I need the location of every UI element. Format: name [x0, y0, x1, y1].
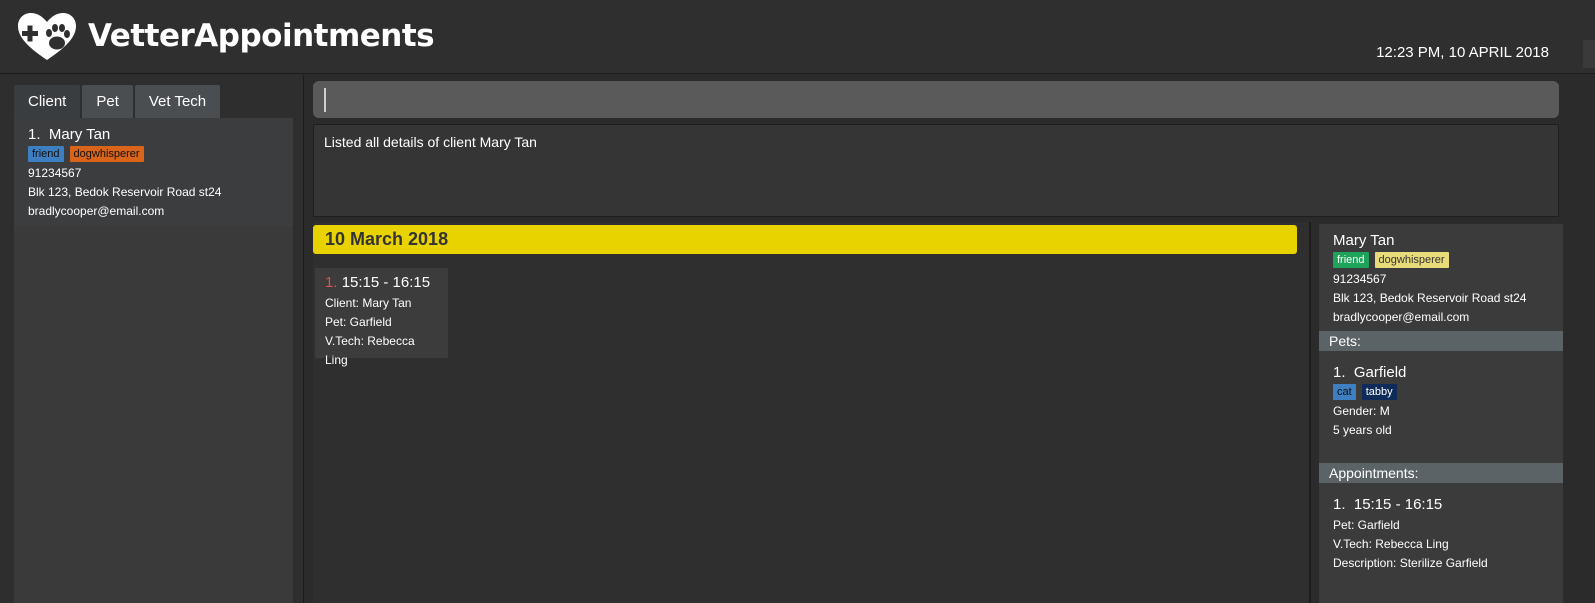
- app-title: VetterAppointments: [88, 18, 435, 54]
- text-caret: [324, 88, 326, 112]
- tab-client[interactable]: Client: [14, 85, 81, 118]
- appointment-pet: Pet: Garfield: [325, 315, 392, 329]
- detail-pet-item: 1. Garfield cat tabby Gender: M 5 years …: [1319, 351, 1563, 463]
- detail-client-address: Blk 123, Bedok Reservoir Road st24: [1333, 291, 1527, 305]
- appointment-vettech: V.Tech: Rebecca Ling: [325, 334, 415, 367]
- client-address: Blk 123, Bedok Reservoir Road st24: [28, 185, 222, 199]
- detail-appointment-vettech: V.Tech: Rebecca Ling: [1333, 537, 1449, 551]
- client-name-text: Mary Tan: [48, 126, 111, 143]
- tag-friend: friend: [28, 146, 64, 162]
- app-header: VetterAppointments 12:23 PM, 10 APRIL 20…: [0, 0, 1595, 74]
- list-tabs: Client Pet Vet Tech: [14, 85, 222, 118]
- detail-client-section: Mary Tan friend dogwhisperer 91234567 Bl…: [1319, 224, 1563, 331]
- clock-display: 12:23 PM, 10 APRIL 2018: [1376, 44, 1549, 61]
- tag-cat: cat: [1333, 384, 1356, 400]
- appointment-card[interactable]: 1. 15:15 - 16:15 Client: Mary Tan Pet: G…: [315, 268, 448, 367]
- detail-appointment-item: 1. 15:15 - 16:15 Pet: Garfield V.Tech: R…: [1319, 483, 1563, 579]
- client-list-item[interactable]: 1. Mary Tan friend dogwhisperer 91234567…: [14, 118, 293, 226]
- pet-age: 5 years old: [1333, 423, 1392, 437]
- appointment-time-text: 15:15 - 16:15: [341, 274, 431, 291]
- date-label: 10 March 2018: [325, 229, 449, 249]
- result-message: Listed all details of client Mary Tan: [324, 134, 537, 150]
- client-name: 1. Mary Tan: [28, 126, 279, 143]
- detail-appointment-time: 1. 15:15 - 16:15: [1333, 496, 1549, 513]
- appointment-time: 1. 15:15 - 16:15: [325, 274, 438, 291]
- detail-appointment-pet: Pet: Garfield: [1333, 518, 1400, 532]
- panel-divider[interactable]: [1309, 222, 1311, 603]
- tab-vet-tech[interactable]: Vet Tech: [134, 85, 221, 118]
- client-detail-panel: Mary Tan friend dogwhisperer 91234567 Bl…: [1319, 224, 1563, 603]
- tab-pet[interactable]: Pet: [82, 85, 133, 118]
- date-header: 10 March 2018: [313, 225, 1297, 254]
- detail-appointment-description: Description: Sterilize Garfield: [1333, 556, 1488, 570]
- pet-name-text: Garfield: [1353, 364, 1407, 381]
- appointments-header: Appointments:: [1319, 463, 1563, 483]
- pets-header: Pets:: [1319, 331, 1563, 351]
- tag-tabby: tabby: [1361, 384, 1397, 400]
- tag-dogwhisperer: dogwhisperer: [1374, 252, 1449, 268]
- command-input[interactable]: [313, 81, 1559, 118]
- calendar-view: 10 March 2018 1. 15:15 - 16:15 Client: M…: [313, 222, 1309, 603]
- client-tags: friend dogwhisperer: [28, 146, 279, 162]
- pet-index: 1.: [1333, 364, 1346, 381]
- pet-tags: cat tabby: [1333, 384, 1549, 400]
- client-index: 1.: [28, 126, 41, 143]
- header-scrollbar[interactable]: [1583, 40, 1595, 68]
- vet-paw-heart-logo-icon: [18, 13, 76, 60]
- appointment-index: 1.: [325, 274, 338, 291]
- detail-appointment-time-text: 15:15 - 16:15: [1353, 496, 1443, 513]
- detail-scroll-area[interactable]: [1563, 224, 1595, 603]
- detail-client-phone: 91234567: [1333, 272, 1387, 286]
- detail-client-tags: friend dogwhisperer: [1333, 252, 1549, 268]
- detail-appointment-index: 1.: [1333, 496, 1346, 513]
- tag-dogwhisperer: dogwhisperer: [69, 146, 144, 162]
- client-email: bradlycooper@email.com: [28, 204, 165, 218]
- detail-client-email: bradlycooper@email.com: [1333, 310, 1470, 324]
- left-panel: Client Pet Vet Tech 1. Mary Tan friend d…: [0, 75, 304, 603]
- appointment-client: Client: Mary Tan: [325, 296, 412, 310]
- client-list: 1. Mary Tan friend dogwhisperer 91234567…: [14, 118, 293, 603]
- detail-client-name: Mary Tan: [1333, 232, 1395, 249]
- tag-friend: friend: [1333, 252, 1369, 268]
- result-display: Listed all details of client Mary Tan: [313, 124, 1559, 217]
- pet-name: 1. Garfield: [1333, 364, 1549, 381]
- pet-gender: Gender: M: [1333, 404, 1390, 418]
- client-phone: 91234567: [28, 166, 82, 180]
